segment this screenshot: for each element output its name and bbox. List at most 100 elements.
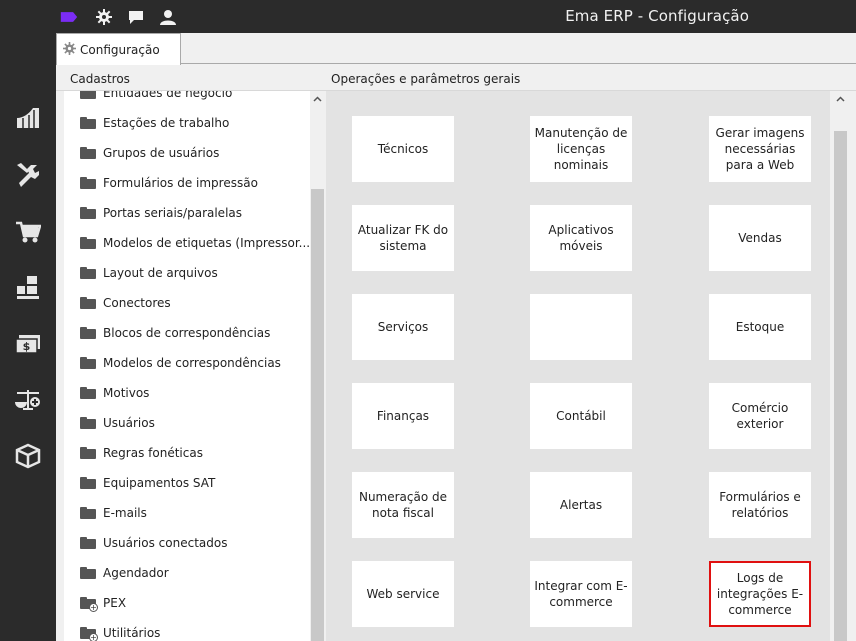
tools-icon[interactable]: [13, 159, 43, 189]
operation-button[interactable]: Estoque: [709, 294, 811, 360]
operation-button[interactable]: Aplicativos móveis: [530, 205, 632, 271]
operation-button[interactable]: Alertas: [530, 472, 632, 538]
operation-button[interactable]: Gerar imagens necessárias para a Web: [709, 116, 811, 182]
list-item[interactable]: Grupos de usuários: [64, 138, 310, 168]
svg-text:$: $: [23, 340, 31, 353]
operation-button[interactable]: Formulários e relatórios: [709, 472, 811, 538]
list-item[interactable]: Portas seriais/paralelas: [64, 198, 310, 228]
gear-icon: [63, 41, 76, 58]
folder-icon: [80, 357, 96, 369]
boxes-icon[interactable]: [13, 273, 43, 303]
list-item[interactable]: Layout de arquivos: [64, 258, 310, 288]
operation-button[interactable]: Comércio exterior: [709, 383, 811, 449]
expand-plus-icon[interactable]: +: [89, 633, 98, 641]
list-item[interactable]: Formulários de impressão: [64, 168, 310, 198]
list-item[interactable]: Modelos de etiquetas (Impressor...: [64, 228, 310, 258]
cadastros-header: Cadastros: [70, 72, 130, 86]
package-icon[interactable]: [13, 441, 43, 471]
list-item-label: Usuários conectados: [103, 536, 228, 550]
list-item-label: Formulários de impressão: [103, 176, 258, 190]
cart-icon[interactable]: [13, 217, 43, 247]
folder-icon: [80, 537, 96, 549]
folder-icon: [80, 177, 96, 189]
operation-button[interactable]: Integrar com E-commerce: [530, 561, 632, 627]
operacoes-scrollbar[interactable]: [833, 91, 848, 641]
list-item[interactable]: Equipamentos SAT: [64, 468, 310, 498]
list-item-label: Usuários: [103, 416, 155, 430]
tag-icon[interactable]: [60, 8, 78, 26]
folder-icon: [80, 237, 96, 249]
operacoes-header: Operações e parâmetros gerais: [331, 72, 521, 86]
list-item-label: Equipamentos SAT: [103, 476, 216, 490]
tab-configuracao[interactable]: Configuração: [56, 33, 181, 65]
folder-icon: [80, 147, 96, 159]
folder-icon: [80, 567, 96, 579]
cadastros-scroll-thumb[interactable]: [311, 189, 324, 641]
list-item[interactable]: Modelos de correspondências: [64, 348, 310, 378]
list-item-label: Agendador: [103, 566, 169, 580]
scroll-up-icon[interactable]: [313, 96, 322, 102]
expand-plus-icon[interactable]: +: [89, 603, 98, 612]
folder-icon: [80, 477, 96, 489]
money-icon[interactable]: $: [13, 329, 43, 359]
folder-icon: [80, 297, 96, 309]
title-bar: Ema ERP - Configuração: [0, 0, 856, 33]
list-item[interactable]: Usuários conectados: [64, 528, 310, 558]
window-title: Ema ERP - Configuração: [565, 7, 749, 25]
list-item[interactable]: Usuários: [64, 408, 310, 438]
list-item[interactable]: + Utilitários: [64, 618, 310, 641]
operation-button[interactable]: Vendas: [709, 205, 811, 271]
operation-button[interactable]: Serviços: [352, 294, 454, 360]
folder-icon: [80, 507, 96, 519]
folder-icon: [80, 447, 96, 459]
cadastros-list: Entidades de negócio Estações de trabalho…: [64, 91, 310, 641]
list-item-label: Estações de trabalho: [103, 116, 230, 130]
operation-button[interactable]: Web service: [352, 561, 454, 627]
list-item[interactable]: Motivos: [64, 378, 310, 408]
gear-icon[interactable]: [95, 8, 113, 26]
operation-button[interactable]: Logs de integrações E-commerce: [709, 561, 811, 627]
list-item-label: Modelos de etiquetas (Impressor...: [103, 236, 310, 250]
list-item[interactable]: Conectores: [64, 288, 310, 318]
cadastros-scrollbar[interactable]: [310, 91, 325, 641]
scroll-up-icon[interactable]: [836, 96, 845, 102]
operation-button[interactable]: Manutenção de licenças nominais: [530, 116, 632, 182]
operation-button[interactable]: Técnicos: [352, 116, 454, 182]
folder-icon: [80, 387, 96, 399]
folder-icon: [80, 327, 96, 339]
chat-icon[interactable]: [127, 8, 145, 26]
list-item[interactable]: Regras fonéticas: [64, 438, 310, 468]
list-item[interactable]: Agendador: [64, 558, 310, 588]
list-item-label: PEX: [103, 596, 127, 610]
list-item-label: E-mails: [103, 506, 147, 520]
list-item-label: Grupos de usuários: [103, 146, 220, 160]
folder-icon: [80, 207, 96, 219]
list-item[interactable]: Entidades de negócio: [64, 91, 310, 108]
operation-button[interactable]: [530, 294, 632, 360]
folder-icon: +: [80, 597, 98, 612]
user-icon[interactable]: [159, 8, 177, 26]
operacoes-scroll-thumb[interactable]: [834, 131, 847, 641]
dashboard-icon[interactable]: [13, 103, 43, 133]
operation-button[interactable]: Atualizar FK do sistema: [352, 205, 454, 271]
folder-icon: [80, 117, 96, 129]
tab-label: Configuração: [80, 42, 160, 57]
folder-icon: [80, 267, 96, 279]
list-item-label: Layout de arquivos: [103, 266, 218, 280]
folder-icon: [80, 91, 96, 99]
list-item[interactable]: Estações de trabalho: [64, 108, 310, 138]
list-item[interactable]: + PEX: [64, 588, 310, 618]
list-item[interactable]: Blocos de correspondências: [64, 318, 310, 348]
operation-button[interactable]: Contábil: [530, 383, 632, 449]
list-item-label: Regras fonéticas: [103, 446, 203, 460]
list-item[interactable]: E-mails: [64, 498, 310, 528]
list-item-label: Utilitários: [103, 626, 161, 640]
scale-icon[interactable]: [13, 385, 43, 415]
operation-button[interactable]: Finanças: [352, 383, 454, 449]
list-item-label: Modelos de correspondências: [103, 356, 281, 370]
operation-button[interactable]: Numeração de nota fiscal: [352, 472, 454, 538]
list-item-label: Entidades de negócio: [103, 91, 233, 100]
operacoes-panel: Técnicos Manutenção de licenças nominais G…: [326, 91, 830, 641]
folder-icon: [80, 417, 96, 429]
module-sidebar: $: [0, 33, 56, 641]
